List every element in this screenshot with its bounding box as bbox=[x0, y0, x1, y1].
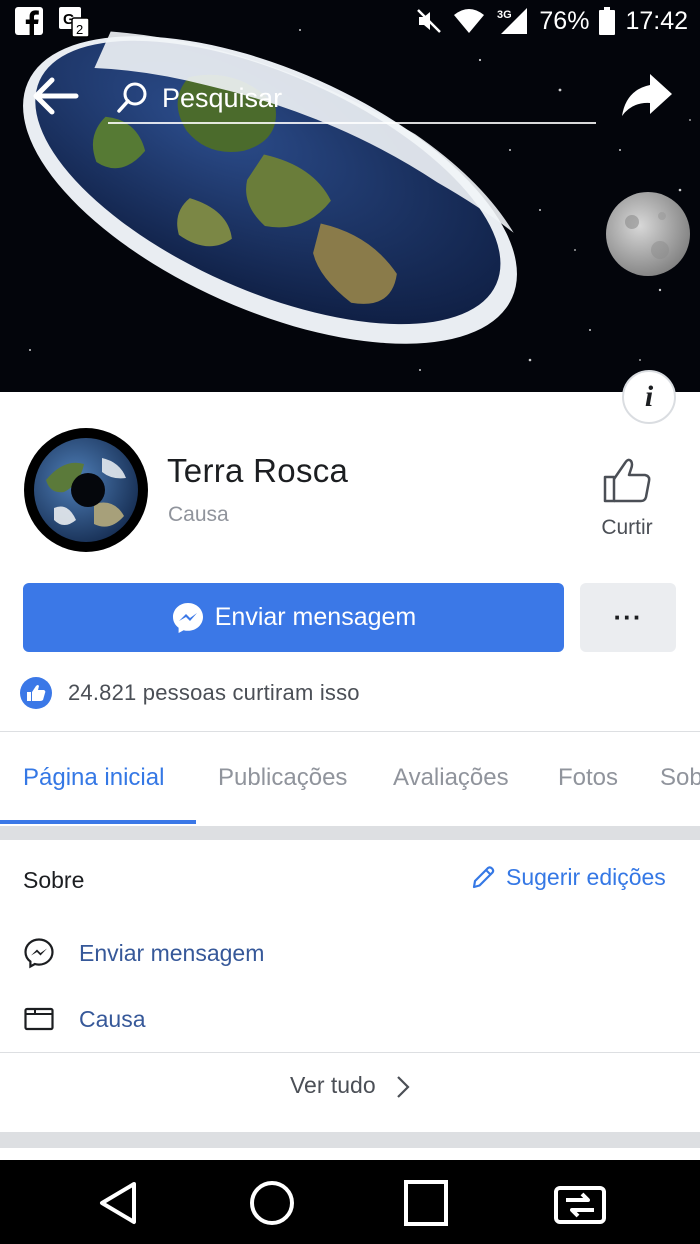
nav-switch-apps-icon[interactable] bbox=[552, 1176, 608, 1230]
chevron-right-icon bbox=[397, 1076, 410, 1098]
tab-avaliacoes[interactable]: Avaliações bbox=[393, 764, 509, 792]
svg-text:2: 2 bbox=[76, 22, 83, 37]
flat-earth-cover-image bbox=[0, 0, 700, 392]
page-category: Causa bbox=[168, 503, 229, 526]
suggest-edits-label: Sugerir edições bbox=[506, 864, 666, 890]
android-navigation-bar bbox=[0, 1160, 700, 1244]
earth-donut-avatar-image bbox=[34, 438, 138, 542]
share-icon[interactable] bbox=[618, 70, 674, 120]
about-row-send-message[interactable]: Enviar mensagem bbox=[23, 937, 264, 969]
tab-pagina-inicial[interactable]: Página inicial bbox=[23, 764, 164, 792]
search-bar[interactable] bbox=[108, 70, 596, 124]
about-section-title: Sobre bbox=[23, 867, 85, 893]
category-icon bbox=[24, 1007, 54, 1031]
more-options-button[interactable]: ··· bbox=[580, 583, 676, 652]
send-message-label: Enviar mensagem bbox=[214, 603, 417, 631]
nav-home-icon[interactable] bbox=[244, 1176, 300, 1230]
like-button[interactable]: Curtir bbox=[590, 455, 664, 547]
signal-icon: 3G bbox=[497, 8, 528, 34]
active-tab-indicator bbox=[0, 820, 196, 824]
tab-sobre[interactable]: Sob bbox=[660, 764, 700, 792]
tab-bar: Página inicial Publicações Avaliações Fo… bbox=[0, 740, 700, 826]
messenger-icon bbox=[172, 602, 203, 633]
likes-summary[interactable]: 24.821 pessoas curtiram isso bbox=[20, 676, 360, 710]
mute-icon bbox=[417, 9, 442, 33]
info-button[interactable]: i bbox=[622, 370, 676, 424]
nav-recents-icon[interactable] bbox=[398, 1176, 454, 1230]
status-bar: G 2 3G 76% 17:42 bbox=[0, 0, 700, 46]
divider bbox=[0, 1052, 700, 1053]
search-input[interactable] bbox=[162, 78, 582, 118]
svg-text:3G: 3G bbox=[497, 9, 512, 21]
search-icon bbox=[117, 82, 147, 113]
clock: 17:42 bbox=[625, 6, 688, 35]
back-arrow-icon[interactable] bbox=[32, 76, 80, 116]
top-bar bbox=[0, 62, 700, 132]
suggest-edits-link[interactable]: Sugerir edições bbox=[470, 864, 666, 891]
send-message-button[interactable]: Enviar mensagem bbox=[23, 583, 564, 652]
cover-photo[interactable]: G 2 3G 76% 17:42 bbox=[0, 0, 700, 392]
likes-count-text: 24.821 pessoas curtiram isso bbox=[68, 680, 360, 705]
thumbs-up-icon bbox=[603, 458, 651, 503]
about-category-link: Causa bbox=[79, 1005, 146, 1032]
tab-publicacoes[interactable]: Publicações bbox=[218, 764, 347, 792]
battery-icon bbox=[599, 7, 616, 35]
facebook-notification-icon bbox=[15, 7, 43, 36]
like-badge-icon bbox=[20, 677, 52, 709]
battery-percentage: 76% bbox=[539, 6, 590, 35]
pencil-icon bbox=[472, 865, 495, 888]
page-title: Terra Rosca bbox=[167, 452, 349, 489]
divider bbox=[0, 731, 700, 732]
about-send-message-link: Enviar mensagem bbox=[79, 939, 265, 966]
section-separator bbox=[0, 826, 700, 840]
see-all-label: Ver tudo bbox=[289, 1072, 376, 1098]
avatar[interactable] bbox=[24, 428, 148, 552]
tab-fotos[interactable]: Fotos bbox=[558, 764, 618, 792]
section-separator bbox=[0, 1132, 700, 1148]
about-row-category[interactable]: Causa bbox=[23, 1003, 145, 1035]
see-all-link[interactable]: Ver tudo bbox=[0, 1072, 700, 1099]
translate-notification-icon: G 2 bbox=[59, 7, 90, 38]
like-label: Curtir bbox=[601, 516, 653, 539]
messenger-icon bbox=[24, 938, 54, 969]
wifi-icon bbox=[454, 9, 485, 33]
nav-back-icon[interactable] bbox=[90, 1176, 146, 1230]
